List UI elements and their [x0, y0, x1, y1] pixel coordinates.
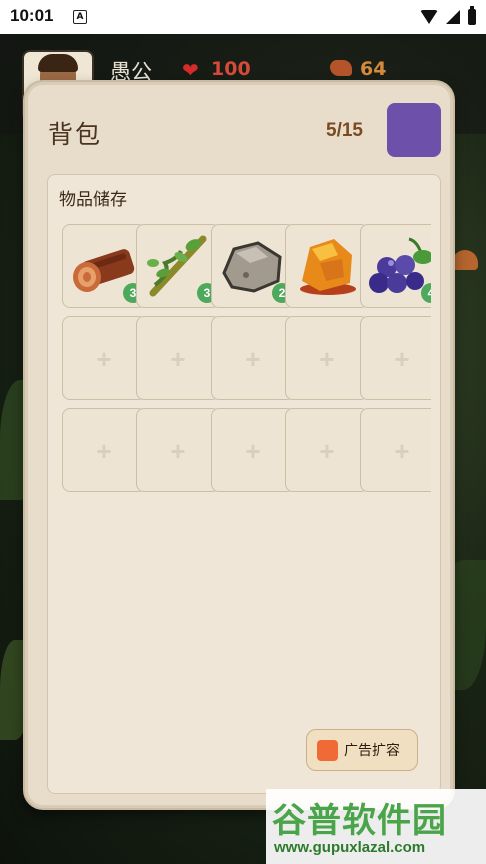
status-bar: 10:01 A: [0, 0, 486, 34]
inventory-slot-berries[interactable]: 4: [360, 224, 431, 308]
inventory-slot-log[interactable]: 3: [62, 224, 146, 308]
watermark-logo: 谷普软件园 www.gupuxlazal.com: [266, 789, 486, 864]
drumstick-icon: [330, 60, 352, 76]
mushroom-decoration: [452, 250, 478, 270]
empty-slot[interactable]: +: [360, 316, 431, 400]
signal-icon: [446, 10, 460, 24]
wifi-icon: [420, 10, 438, 24]
inventory-slot-stone[interactable]: 2: [211, 224, 295, 308]
watermark-title: 谷普软件园: [272, 801, 447, 841]
capacity-count: 5/15: [326, 120, 363, 141]
empty-slot[interactable]: +: [360, 408, 431, 492]
empty-slot[interactable]: +: [211, 408, 295, 492]
food-value: 64: [360, 58, 387, 80]
empty-slot[interactable]: +: [211, 316, 295, 400]
plus-icon: +: [245, 436, 261, 466]
empty-slot[interactable]: +: [62, 316, 146, 400]
ad-expand-label: 广告扩容: [344, 743, 400, 759]
storage-panel: 物品储存 3 3 2 + + + + + + + + + + 广告扩容: [47, 174, 441, 794]
heart-icon: ❤: [182, 58, 199, 82]
empty-slot[interactable]: +: [62, 408, 146, 492]
plus-icon: +: [245, 344, 261, 374]
empty-slot[interactable]: +: [136, 316, 220, 400]
inventory-grid: 3 3 2 + + + + + + + + + +: [62, 224, 431, 496]
plus-icon: +: [170, 436, 186, 466]
empty-slot[interactable]: +: [136, 408, 220, 492]
plus-icon: +: [394, 344, 410, 374]
plus-icon: +: [96, 436, 112, 466]
close-button[interactable]: [387, 103, 441, 157]
plus-icon: +: [394, 436, 410, 466]
empty-slot[interactable]: +: [285, 316, 369, 400]
notification-icon: A: [73, 10, 87, 24]
watermark-url: www.gupuxlazal.com: [274, 839, 426, 856]
backpack-dialog: 背包 5/15 物品储存 3 3 2 + + + + + + + + + + 广…: [25, 82, 453, 808]
plus-icon: +: [319, 344, 335, 374]
empty-slot[interactable]: +: [285, 408, 369, 492]
inventory-slot-vine[interactable]: 3: [136, 224, 220, 308]
plus-icon: +: [319, 436, 335, 466]
amber-icon: [300, 239, 356, 295]
status-icons: [420, 6, 476, 28]
berries-icon: [369, 237, 431, 293]
inventory-slot-amber[interactable]: [285, 224, 369, 308]
plus-icon: +: [96, 344, 112, 374]
health-value: 100: [211, 58, 251, 80]
battery-icon: [468, 6, 476, 25]
ad-expand-button[interactable]: 广告扩容: [306, 729, 418, 771]
ad-icon: [317, 739, 338, 761]
status-time: 10:01: [10, 6, 54, 25]
item-count-badge: 4: [421, 283, 431, 303]
dialog-title: 背包: [48, 120, 103, 149]
storage-title: 物品储存: [59, 190, 127, 210]
plus-icon: +: [170, 344, 186, 374]
